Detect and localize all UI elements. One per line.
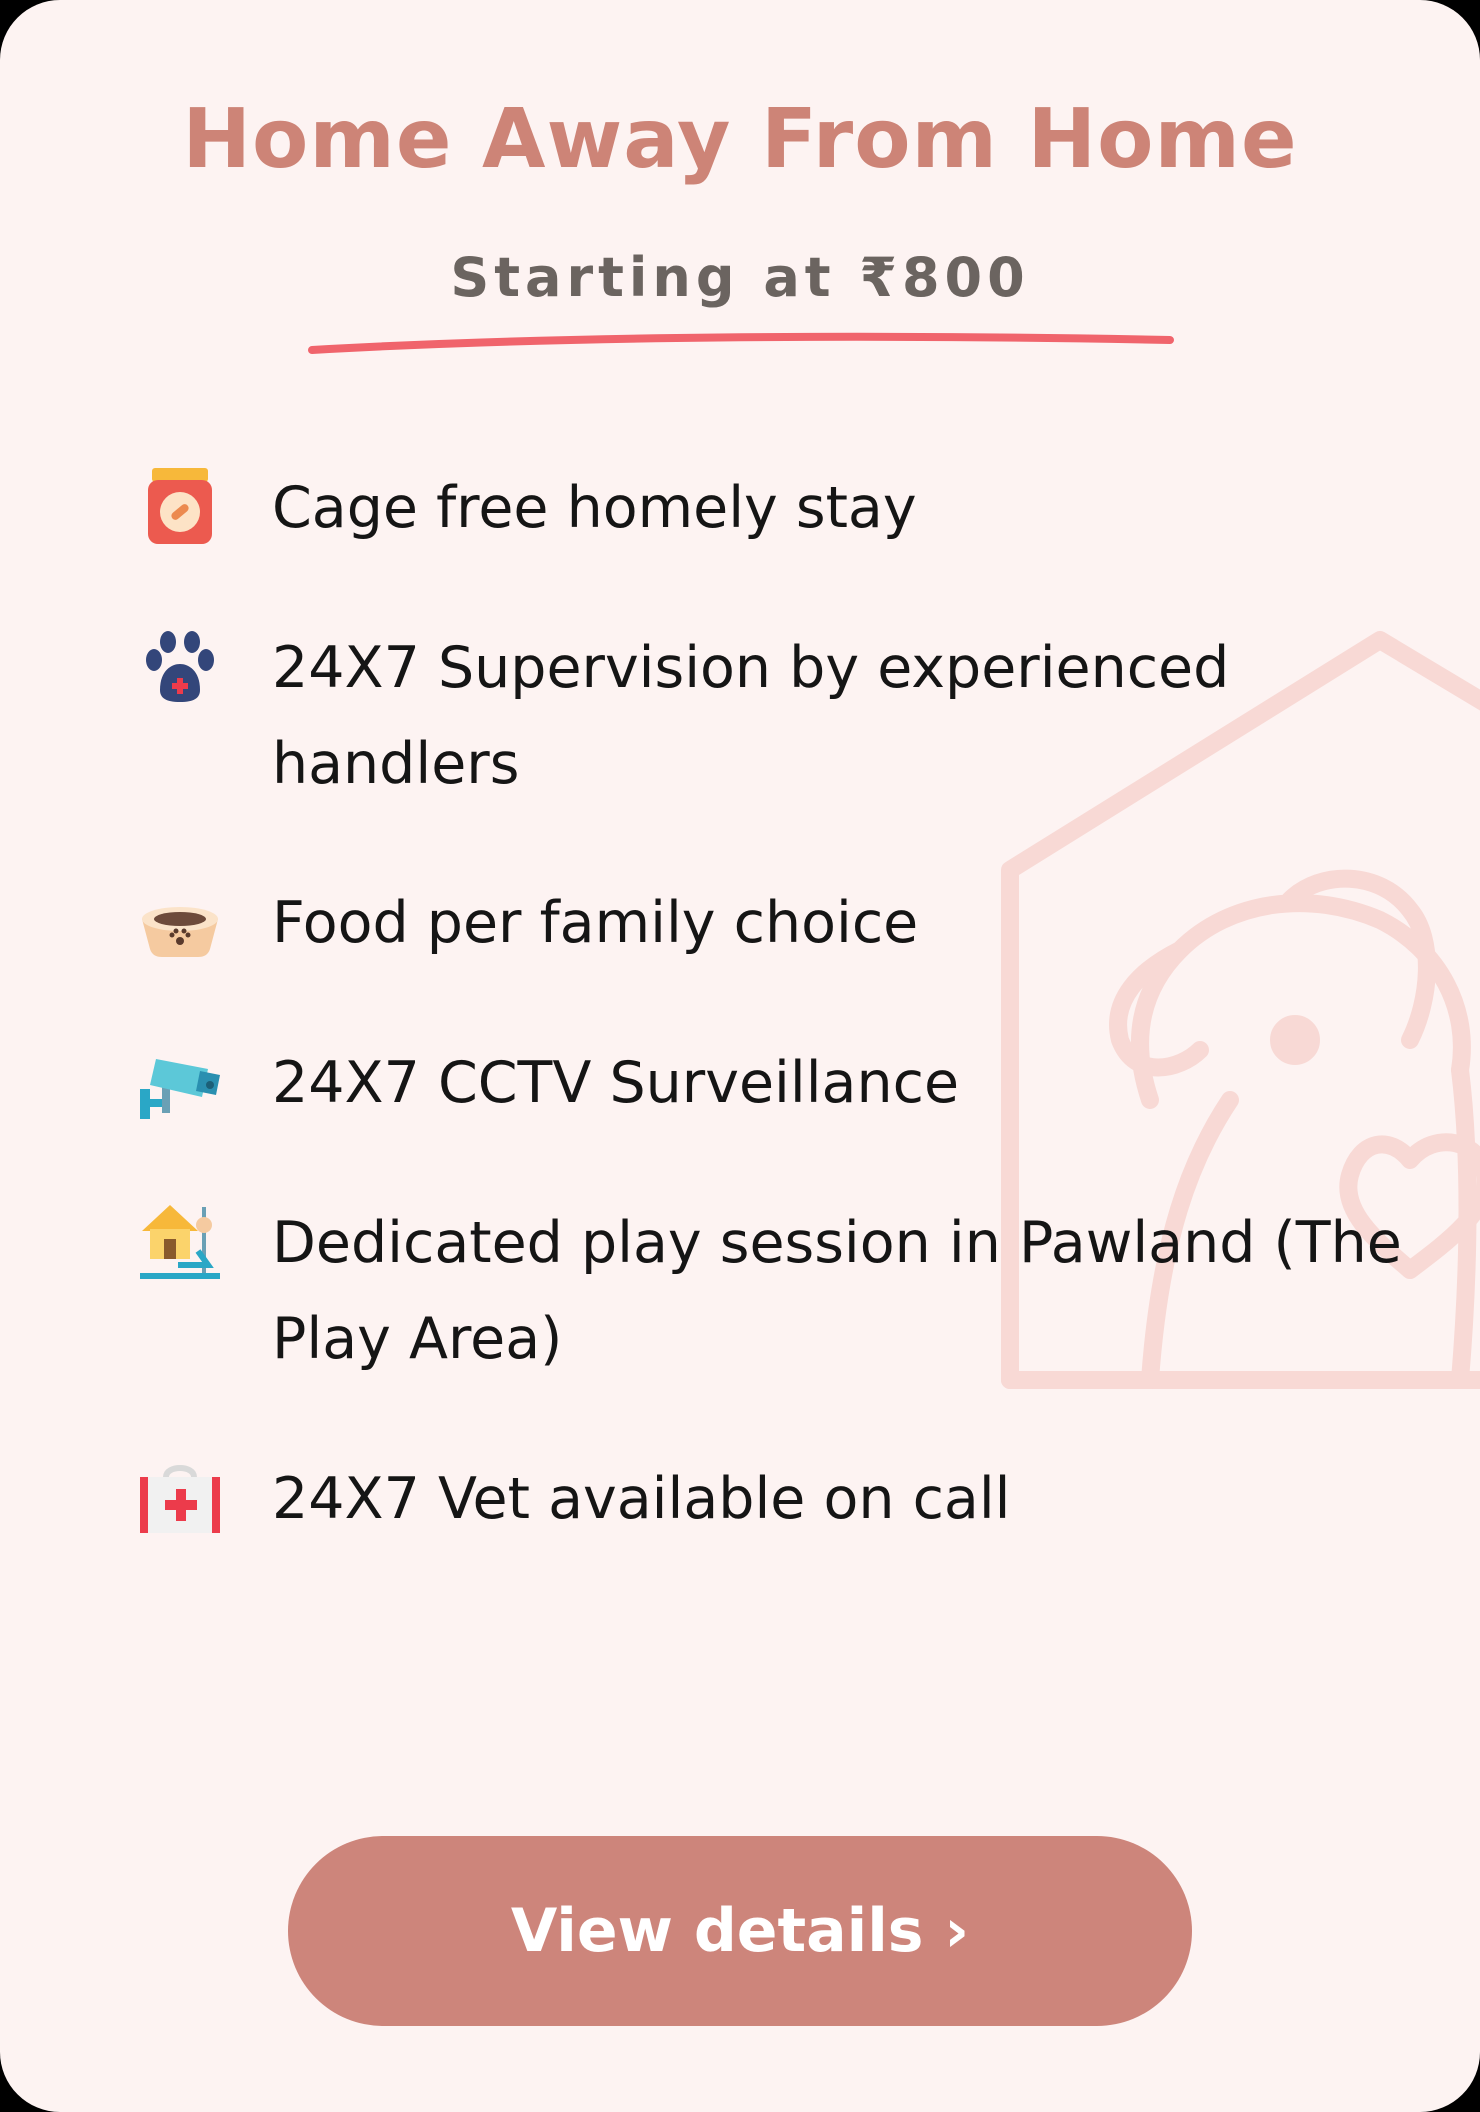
feature-item: 24X7 Vet available on call xyxy=(138,1451,1428,1651)
feature-text: 24X7 CCTV Surveillance xyxy=(272,1050,960,1116)
feature-text: 24X7 Vet available on call xyxy=(272,1466,1011,1532)
pet-bowl-icon xyxy=(142,907,218,957)
first-aid-kit-icon xyxy=(140,1465,220,1533)
pet-food-bag-icon xyxy=(148,468,212,544)
feature-text: 24X7 Supervision by experienced handlers xyxy=(272,635,1230,797)
cctv-camera-icon xyxy=(140,1059,220,1119)
feature-text: Food per family choice xyxy=(272,890,919,956)
feature-text: Dedicated play session in Pawland (The P… xyxy=(272,1210,1402,1372)
feature-text: Cage free homely stay xyxy=(272,475,917,541)
service-card: Home Away From Home Starting at ₹800 Cag… xyxy=(0,0,1480,2112)
view-details-button[interactable]: View details › xyxy=(288,1836,1192,2026)
starting-price: Starting at ₹800 xyxy=(450,246,1030,309)
feature-item: 24X7 Supervision by experienced handlers xyxy=(138,620,1428,820)
price-underline xyxy=(308,332,1174,354)
feature-item: Dedicated play session in Pawland (The P… xyxy=(138,1195,1428,1395)
play-area-icon xyxy=(140,1205,220,1279)
paw-print-icon xyxy=(146,631,214,702)
card-title: Home Away From Home xyxy=(182,92,1298,187)
